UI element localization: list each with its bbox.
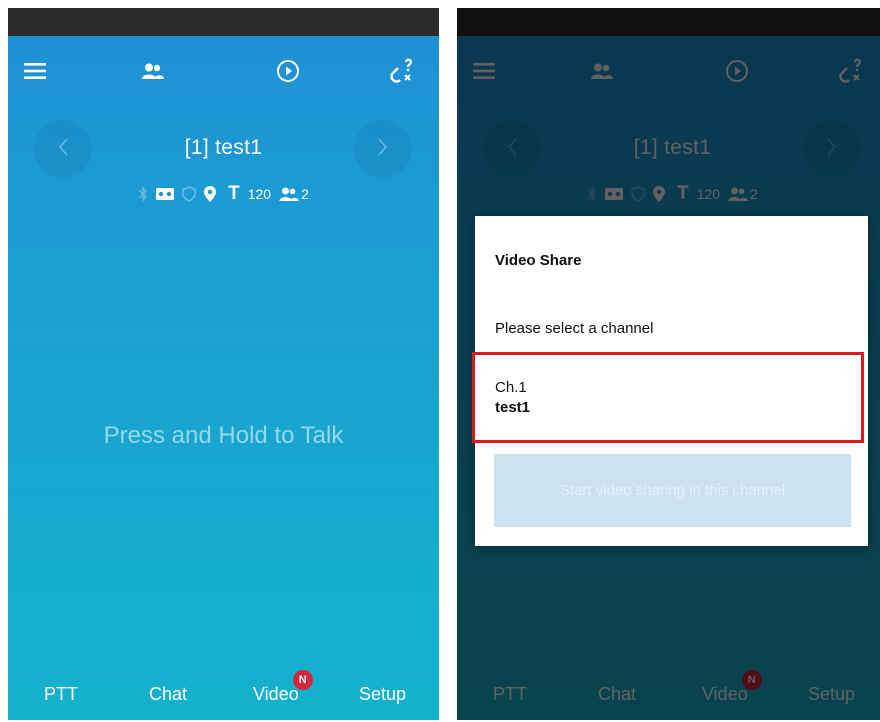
hamburger-menu-icon[interactable]: [18, 54, 52, 88]
timer-icon: T: [228, 183, 240, 204]
channel-list-item[interactable]: Ch.1 test1: [472, 352, 864, 443]
timer-value: 120: [247, 186, 272, 202]
recorder-icon: [156, 188, 175, 200]
play-circle-icon[interactable]: [271, 54, 305, 88]
status-bar: [8, 8, 439, 36]
channel-name: test1: [495, 399, 531, 416]
nav-tab-setup[interactable]: Setup: [359, 684, 406, 705]
top-toolbar: [8, 48, 439, 92]
new-badge: N: [292, 670, 313, 690]
bottom-navigation: PTT Chat Video N Setup: [8, 670, 439, 720]
location-pin-icon: [204, 186, 217, 202]
phone-screen-video-share: [1] test1 T 120 2 PTT Chat Video N Setup…: [457, 8, 880, 720]
dialog-title: Video Share: [495, 252, 582, 269]
channel-title: [1] test1: [184, 136, 263, 159]
video-share-dialog: Video Share Please select a channel Ch.1…: [472, 216, 868, 546]
nav-tab-chat[interactable]: Chat: [149, 684, 187, 705]
dialog-subtitle: Please select a channel: [495, 320, 654, 337]
nav-tab-video-label: Video: [253, 684, 299, 704]
phone-screen-main: [1] test1 T 120 2 Press and Hold to Talk…: [8, 8, 439, 720]
nav-tab-video[interactable]: Video N: [253, 670, 313, 705]
bluetooth-icon: [138, 186, 148, 202]
channel-status-row: T 120 2: [8, 182, 439, 206]
push-to-talk-area[interactable]: Press and Hold to Talk: [8, 422, 439, 450]
members-icon: [279, 187, 299, 201]
contacts-icon[interactable]: [136, 54, 170, 88]
channel-number: Ch.1: [495, 379, 527, 396]
nav-tab-ptt[interactable]: PTT: [44, 684, 78, 705]
broken-link-question-icon[interactable]: [386, 54, 420, 88]
shield-icon: [182, 186, 196, 202]
members-count: 2: [301, 186, 309, 202]
start-video-sharing-button[interactable]: Start video sharing in this channel: [494, 454, 851, 527]
